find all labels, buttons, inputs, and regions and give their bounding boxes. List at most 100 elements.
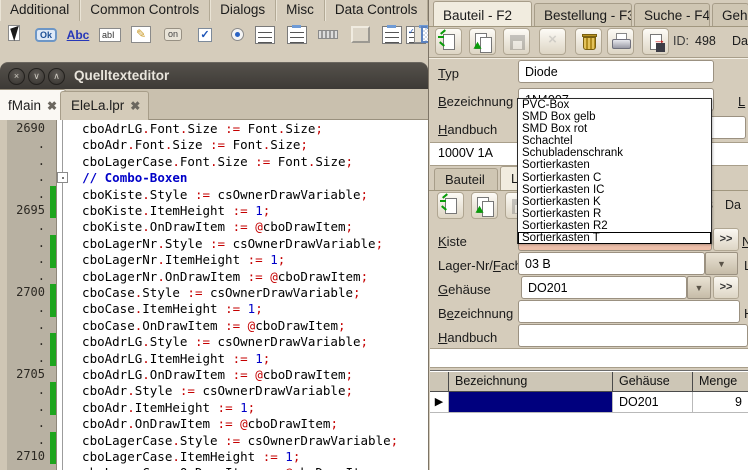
app-tab-bestellung-f3[interactable]: Bestellung - F3 <box>534 3 632 26</box>
window-titlebar[interactable]: ×∨∧ Quelltexteditor <box>0 62 428 89</box>
combobox-icon[interactable] <box>284 22 310 47</box>
code-line-dot[interactable]: . cboCase.OnDrawItem := @cboDrawItem; <box>0 317 428 333</box>
print-icon[interactable] <box>607 28 634 55</box>
new-record-icon[interactable] <box>437 192 464 219</box>
palette-tab-dialogs[interactable]: Dialogs <box>210 0 276 21</box>
grid-indicator-header <box>430 372 449 392</box>
dropdown-item[interactable]: Sortierkasten K <box>518 196 711 208</box>
code-line-dot[interactable]: . cboAdr.OnDrawItem := @cboDrawItem; <box>0 415 428 431</box>
lager-nr-dropdown-button[interactable]: ▼ <box>705 252 738 275</box>
lager-label-cut: L <box>738 94 745 109</box>
palette-tab-additional[interactable]: Additional <box>0 0 80 21</box>
code-line-dot[interactable]: . cboCase.ItemHeight := 1; <box>0 300 428 316</box>
line-changed-bar <box>50 350 56 366</box>
selector-icon[interactable] <box>3 22 29 47</box>
dropdown-item[interactable]: Sortierkasten R2 <box>518 220 711 232</box>
statictext-icon[interactable]: Abc <box>65 22 91 47</box>
code-line-2695[interactable]: 2695 cboKiste.ItemHeight := 1; <box>0 202 428 218</box>
code-line-dot[interactable]: . cboAdr.ItemHeight := 1; <box>0 399 428 415</box>
palette-tab-misc[interactable]: Misc <box>276 0 325 21</box>
code-line-dot[interactable]: . cboLagerCase.OnDrawItem := @cboDrawIte… <box>0 464 428 470</box>
code-line-2705[interactable]: 2705 cboAdrLG.OnDrawItem := @cboDrawItem… <box>0 366 428 382</box>
typ-input[interactable] <box>518 60 714 83</box>
code-line-dot[interactable]: . cboLagerNr.OnDrawItem := @cboDrawItem; <box>0 268 428 284</box>
dropdown-item[interactable]: Sortierkasten <box>518 159 711 171</box>
scrollbar-icon[interactable] <box>315 22 341 47</box>
grid-column-header[interactable]: Gehäuse <box>613 372 693 392</box>
stock-grid[interactable]: BezeichnungGehäuseMenge▶DO2019 <box>430 370 748 470</box>
dropdown-item[interactable]: Sortierkasten IC <box>518 184 711 196</box>
dropdown-item[interactable]: Sortierkasten R <box>518 208 711 220</box>
bezeichnung2-input[interactable] <box>518 300 740 323</box>
record-id-label: ID: <box>673 34 689 48</box>
code-line-2690[interactable]: 2690 cboAdrLG.Font.Size := Font.Size; <box>0 120 428 136</box>
listview-icon[interactable] <box>379 22 405 47</box>
maskedit-icon[interactable]: abI <box>97 22 123 47</box>
kiste-more-button[interactable]: >> <box>713 228 739 251</box>
kiste-dropdown-list[interactable]: PVC-BoxSMD Box gelbSMD Box rotSchachtelS… <box>517 98 712 244</box>
code-editor[interactable]: 2690 cboAdrLG.Font.Size := Font.Size;. c… <box>0 120 428 470</box>
code-line-dot[interactable]: . cboLagerCase.Style := csOwnerDrawVaria… <box>0 432 428 448</box>
copy-record-icon[interactable] <box>469 28 496 55</box>
dropdown-item[interactable]: Schachtel <box>518 135 711 147</box>
dropdown-item[interactable]: Schubladenschrank <box>518 147 711 159</box>
grid-column-header[interactable]: Bezeichnung <box>449 372 613 392</box>
radiobutton-icon[interactable] <box>224 22 250 47</box>
code-line-dot[interactable]: . // Combo-Boxen <box>0 169 428 185</box>
code-line-dot[interactable]: . cboLagerCase.Font.Size := Font.Size; <box>0 153 428 169</box>
gehaeuse-more-button[interactable]: >> <box>713 276 739 299</box>
code-line-dot[interactable]: . cboAdr.Style := csOwnerDrawVariable; <box>0 382 428 398</box>
memo-icon[interactable]: ✎ <box>128 22 154 47</box>
bezeichnung2-right-label-cut: H <box>744 306 748 321</box>
gehaeuse-dropdown-button[interactable]: ▼ <box>687 276 711 299</box>
close-window-button[interactable]: × <box>8 68 25 85</box>
page-icon[interactable] <box>347 22 373 47</box>
editor-tab-fmain[interactable]: fMain✖ <box>0 89 66 120</box>
code-line-dot[interactable]: . cboKiste.Style := csOwnerDrawVariable; <box>0 186 428 202</box>
kiste-label: Kiste <box>438 234 467 249</box>
code-line-2700[interactable]: 2700 cboCase.Style := csOwnerDrawVariabl… <box>0 284 428 300</box>
dropdown-item[interactable]: Sortierkasten T <box>518 232 711 244</box>
code-line-dot[interactable]: . cboAdrLG.ItemHeight := 1; <box>0 350 428 366</box>
dropdown-item[interactable]: PVC-Box <box>518 99 711 111</box>
close-tab-icon[interactable]: ✖ <box>47 99 57 113</box>
code-line-dot[interactable]: . cboLagerNr.Style := csOwnerDrawVariabl… <box>0 235 428 251</box>
sub-date-label-cut: Da <box>725 198 741 212</box>
line-changed-bar <box>50 300 56 316</box>
maximize-window-button[interactable]: ∧ <box>48 68 65 85</box>
close-tab-icon[interactable]: ✖ <box>130 99 140 113</box>
listbox-icon[interactable] <box>252 22 278 47</box>
lager-nr-combo[interactable] <box>518 252 705 275</box>
gehaeuse-combo[interactable] <box>521 276 687 299</box>
palette-tab-common-controls[interactable]: Common Controls <box>80 0 210 21</box>
handbuch2-input[interactable] <box>518 324 748 347</box>
code-line-dot[interactable]: . cboKiste.OnDrawItem := @cboDrawItem; <box>0 218 428 234</box>
lager-right-label-cut: L <box>744 258 748 273</box>
app-tab-bauteil-f2[interactable]: Bauteil - F2 <box>433 1 532 26</box>
palette-tab-data-controls[interactable]: Data Controls <box>325 0 429 21</box>
delete-record-icon[interactable] <box>575 28 602 55</box>
grid-cell[interactable]: DO201 <box>613 392 693 413</box>
dropdown-item[interactable]: SMD Box gelb <box>518 111 711 123</box>
code-line-dot[interactable]: . cboAdr.Font.Size := Font.Size; <box>0 136 428 152</box>
bitbtn-icon[interactable]: Ok <box>33 22 59 47</box>
grid-column-header[interactable]: Menge <box>693 372 748 392</box>
code-line-dot[interactable]: . cboAdrLG.Style := csOwnerDrawVariable; <box>0 333 428 349</box>
dropdown-item[interactable]: Sortierkasten C <box>518 172 711 184</box>
editor-tab-elela-lpr[interactable]: EleLa.lpr✖ <box>60 91 149 120</box>
app-tab-geh-[interactable]: Gehä <box>712 3 748 26</box>
copy-record-icon[interactable] <box>471 192 498 219</box>
code-line-dot[interactable]: . cboLagerNr.ItemHeight := 1; <box>0 251 428 267</box>
togglebox-icon[interactable]: on <box>160 22 186 47</box>
checkbox-icon[interactable]: ✓ <box>192 22 218 47</box>
subtab-bauteil[interactable]: Bauteil <box>434 168 498 190</box>
app-tab-suche-f4[interactable]: Suche - F4 <box>634 3 710 26</box>
grid-cell[interactable]: 9 <box>693 392 748 413</box>
new-record-icon[interactable] <box>435 28 462 55</box>
dropdown-item[interactable]: SMD Box rot <box>518 123 711 135</box>
export-icon[interactable]: → <box>642 28 669 55</box>
grid-cell[interactable] <box>449 392 613 413</box>
minimize-window-button[interactable]: ∨ <box>28 68 45 85</box>
empty-memo[interactable] <box>430 348 748 368</box>
code-line-2710[interactable]: 2710 cboLagerCase.ItemHeight := 1; <box>0 448 428 464</box>
